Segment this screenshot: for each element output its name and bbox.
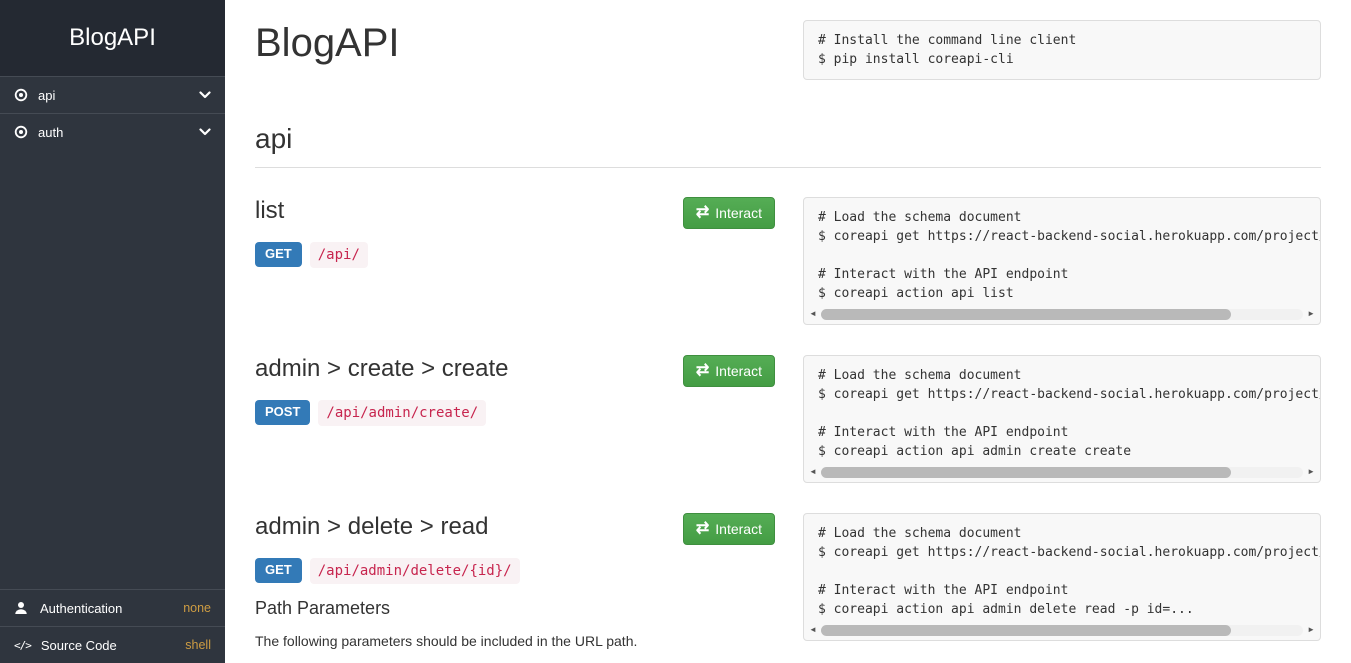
exchange-icon: ⇄ <box>696 521 709 537</box>
chevron-down-icon <box>199 91 211 99</box>
sidebar-spacer <box>0 150 225 589</box>
interact-button-label: Interact <box>715 521 762 537</box>
method-badge: GET <box>255 558 302 583</box>
authentication-label: Authentication <box>40 601 122 616</box>
interact-button-label: Interact <box>715 205 762 221</box>
scroll-right-arrow-icon[interactable]: ► <box>1305 310 1317 318</box>
interact-button[interactable]: ⇄ Interact <box>683 197 775 229</box>
endpoint-section-admin-delete-read: admin > delete > read ⇄ Interact GET /ap… <box>255 513 1321 663</box>
sidebar-item-label: auth <box>38 125 199 140</box>
interact-button[interactable]: ⇄ Interact <box>683 513 775 545</box>
horizontal-scrollbar: ◄ ► <box>804 624 1320 640</box>
scroll-left-arrow-icon[interactable]: ◄ <box>807 310 819 318</box>
install-code-block: # Install the command line client $ pip … <box>803 20 1321 80</box>
source-code-label: Source Code <box>41 638 117 653</box>
scrollbar-thumb[interactable] <box>821 309 1231 320</box>
group-title-api: api <box>255 124 1321 155</box>
sidebar-title-label: BlogAPI <box>69 24 156 52</box>
target-icon <box>14 88 28 102</box>
scrollbar-thumb[interactable] <box>821 467 1231 478</box>
scrollbar-track[interactable] <box>821 625 1303 636</box>
method-badge: GET <box>255 242 302 267</box>
endpoint-path: /api/admin/delete/{id}/ <box>310 558 520 584</box>
path-parameters-note: The following parameters should be inclu… <box>255 633 775 649</box>
scroll-left-arrow-icon[interactable]: ◄ <box>807 626 819 634</box>
horizontal-scrollbar: ◄ ► <box>804 466 1320 482</box>
endpoint-name: list <box>255 197 284 225</box>
page-title: BlogAPI <box>255 20 775 66</box>
scroll-right-arrow-icon[interactable]: ► <box>1305 626 1317 634</box>
endpoint-code: # Load the schema document $ coreapi get… <box>804 514 1320 624</box>
endpoint-name: admin > delete > read <box>255 513 489 541</box>
user-icon <box>14 601 30 615</box>
main-content: BlogAPI # Install the command line clien… <box>225 0 1351 663</box>
endpoint-code-block: # Load the schema document $ coreapi get… <box>803 513 1321 641</box>
endpoint-code: # Load the schema document $ coreapi get… <box>804 356 1320 466</box>
sidebar-item-authentication[interactable]: Authentication none <box>0 589 225 626</box>
code-icon: </> <box>14 639 31 652</box>
sidebar: BlogAPI api auth Authenticat <box>0 0 225 663</box>
interact-button[interactable]: ⇄ Interact <box>683 355 775 387</box>
exchange-icon: ⇄ <box>696 205 709 221</box>
endpoint-path: /api/admin/create/ <box>318 400 486 426</box>
sidebar-item-label: api <box>38 88 199 103</box>
sidebar-item-api[interactable]: api <box>0 76 225 113</box>
exchange-icon: ⇄ <box>696 363 709 379</box>
scrollbar-track[interactable] <box>821 309 1303 320</box>
divider <box>255 167 1321 168</box>
scrollbar-track[interactable] <box>821 467 1303 478</box>
method-badge: POST <box>255 400 310 425</box>
path-parameters-heading: Path Parameters <box>255 598 775 619</box>
endpoint-code: # Load the schema document $ coreapi get… <box>804 198 1320 308</box>
authentication-value: none <box>183 601 211 615</box>
interact-button-label: Interact <box>715 363 762 379</box>
install-code: # Install the command line client $ pip … <box>804 21 1320 79</box>
endpoint-code-block: # Load the schema document $ coreapi get… <box>803 197 1321 325</box>
source-code-value: shell <box>185 638 211 652</box>
sidebar-item-source-code[interactable]: </> Source Code shell <box>0 626 225 663</box>
endpoint-section-list: list ⇄ Interact GET /api/ # Load the sch… <box>255 197 1321 325</box>
app-window: BlogAPI api auth Authenticat <box>0 0 1351 663</box>
horizontal-scrollbar: ◄ ► <box>804 308 1320 324</box>
scroll-right-arrow-icon[interactable]: ► <box>1305 468 1317 476</box>
scrollbar-thumb[interactable] <box>821 625 1231 636</box>
endpoint-section-admin-create-create: admin > create > create ⇄ Interact POST … <box>255 355 1321 483</box>
endpoint-code-block: # Load the schema document $ coreapi get… <box>803 355 1321 483</box>
sidebar-title: BlogAPI <box>0 0 225 76</box>
scroll-left-arrow-icon[interactable]: ◄ <box>807 468 819 476</box>
target-icon <box>14 125 28 139</box>
chevron-down-icon <box>199 128 211 136</box>
sidebar-item-auth[interactable]: auth <box>0 113 225 150</box>
endpoint-path: /api/ <box>310 242 368 268</box>
endpoint-name: admin > create > create <box>255 355 508 383</box>
